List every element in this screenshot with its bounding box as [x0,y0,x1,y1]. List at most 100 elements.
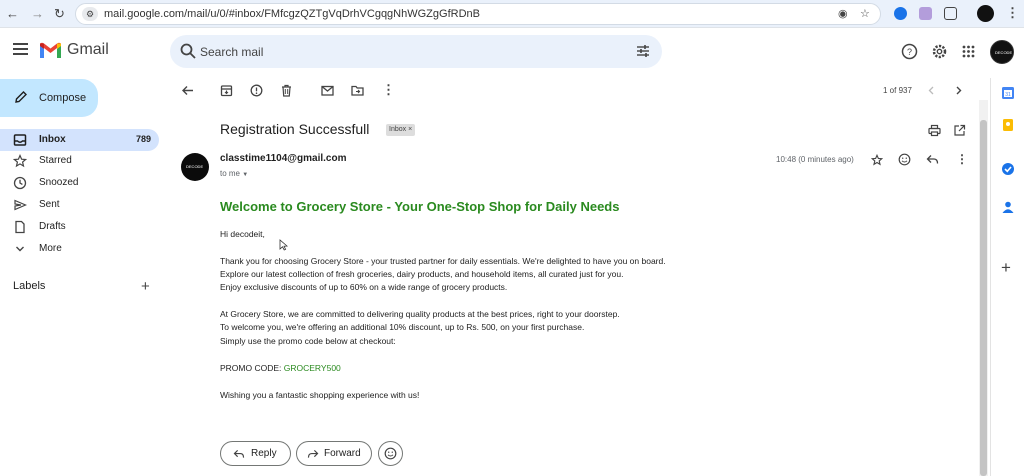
pagination-text: 1 of 937 [883,86,912,95]
apps-grid-icon[interactable] [962,45,975,58]
email-closing: Wishing you a fantastic shopping experie… [220,390,420,400]
reply-arrow-icon [233,449,245,458]
mouse-cursor-icon [279,239,288,251]
pencil-icon [15,91,27,103]
sidebar-item-snoozed[interactable]: Snoozed [0,172,159,194]
forward-nav-icon[interactable]: → [31,6,44,21]
more-actions-icon[interactable]: ⋮ [382,82,395,98]
details-dropdown-icon[interactable]: ▼ [242,172,248,178]
clock-icon [13,176,27,190]
main-menu-icon[interactable] [13,43,28,58]
back-icon[interactable]: ← [6,6,19,21]
email-paragraph-1-line-3: Enjoy exclusive discounts of up to 60% o… [220,282,508,292]
extension-m-icon[interactable] [919,7,932,20]
tasks-icon[interactable] [1001,162,1015,176]
extensions-puzzle-icon[interactable] [944,7,957,20]
emoji-react-button[interactable] [378,441,403,466]
mark-unread-icon[interactable] [321,84,334,97]
sidebar-item-label: Sent [39,199,60,210]
print-icon[interactable] [928,124,941,137]
bookmark-star-icon[interactable]: ☆ [860,7,870,20]
forward-arrow-icon [307,449,319,458]
message-more-icon[interactable]: ⋮ [956,152,968,166]
sidebar-item-starred[interactable]: Starred [0,150,159,172]
back-to-inbox-icon[interactable] [181,84,194,97]
address-bar[interactable]: ⚙ mail.google.com/mail/u/0/#inbox/FMfcgz… [75,3,881,25]
get-add-ons-icon[interactable]: + [1001,258,1011,278]
account-avatar[interactable]: DECODE [990,40,1014,64]
sidebar-item-drafts[interactable]: Drafts [0,216,159,238]
email-paragraph-2-line-1: At Grocery Store, we are committed to de… [220,309,620,319]
eye-icon[interactable]: ◉ [838,7,848,20]
email-paragraph-2-line-3: Simply use the promo code below at check… [220,336,396,346]
sidebar-item-inbox[interactable]: Inbox 789 [0,129,159,151]
emoji-reaction-icon[interactable] [898,153,911,166]
inbox-icon [13,134,27,146]
sender-email[interactable]: classtime1104@gmail.com [220,153,347,164]
reply-icon[interactable] [926,154,939,165]
archive-icon[interactable] [220,84,233,97]
older-chevron-right-icon[interactable] [953,85,964,96]
contacts-icon[interactable] [1001,200,1015,214]
reload-icon[interactable]: ↻ [54,6,65,22]
search-bar[interactable]: Search mail [170,35,662,68]
sidebar-item-label: Snoozed [39,177,79,188]
email-subject: Registration Successfull [220,121,370,137]
browser-menu-icon[interactable]: ⋮ [1006,5,1019,21]
site-info-icon[interactable]: ⚙ [82,7,98,21]
app-name[interactable]: Gmail [67,41,109,59]
report-spam-icon[interactable] [250,84,263,97]
forward-label: Forward [324,448,361,459]
settings-gear-icon[interactable] [931,43,948,60]
gmail-logo-icon [40,42,61,58]
sidebar-item-sent[interactable]: Sent [0,194,159,216]
browser-toolbar: ← → ↻ ⚙ mail.google.com/mail/u/0/#inbox/… [0,0,1024,28]
compose-label: Compose [39,92,87,104]
draft-icon [15,220,25,234]
inbox-label-chip[interactable]: Inbox × [386,124,416,136]
forward-button[interactable]: Forward [296,441,372,466]
newer-chevron-left-icon[interactable] [926,85,937,96]
sidebar-item-label: Inbox [39,134,66,145]
url-text[interactable]: mail.google.com/mail/u/0/#inbox/FMfcgzQZ… [104,8,480,20]
sender-avatar-text: DECODE [186,164,204,169]
move-to-folder-icon[interactable] [351,84,364,97]
recipient-text: to me [220,169,241,178]
chevron-down-icon [16,246,24,252]
labels-heading: Labels [13,280,46,292]
delete-trash-icon[interactable] [280,84,293,97]
unread-count: 789 [135,134,151,144]
keep-icon[interactable] [1001,118,1015,132]
promo-code: GROCERY500 [283,363,341,373]
search-options-icon[interactable] [636,44,650,58]
open-in-new-window-icon[interactable] [953,124,966,137]
sidebar-item-more[interactable]: More [0,238,159,260]
extension-icon[interactable] [894,7,907,20]
svg-text:31: 31 [1005,92,1011,98]
email-greeting: Hi decodeit, [220,229,265,239]
svg-text:?: ? [907,47,912,57]
search-icon[interactable] [179,42,197,60]
send-icon [14,199,27,211]
help-icon[interactable]: ? [901,43,918,60]
sender-avatar[interactable]: DECODE [181,153,209,181]
calendar-icon[interactable]: 31 [1001,86,1015,100]
compose-button[interactable]: Compose [0,79,98,117]
browser-profile-avatar[interactable] [977,5,994,22]
sidebar-item-label: Drafts [39,221,66,232]
star-message-icon[interactable] [871,154,883,166]
sidebar-item-label: More [39,243,62,254]
email-paragraph-1-line-2: Explore our latest collection of fresh g… [220,269,624,279]
smiley-icon [384,447,397,460]
reply-label: Reply [251,448,277,459]
sidebar-item-label: Starred [39,155,72,166]
message-time: 10:48 (0 minutes ago) [776,155,854,164]
promo-code-line: PROMO CODE: GROCERY500 [220,363,341,373]
reply-button[interactable]: Reply [220,441,291,466]
search-input[interactable]: Search mail [200,45,263,59]
create-label-icon[interactable]: + [141,278,150,295]
email-paragraph-1-line-1: Thank you for choosing Grocery Store - y… [220,256,666,266]
recipient-details[interactable]: to me ▼ [220,169,248,178]
message-scrollbar-thumb[interactable] [980,120,987,476]
email-heading: Welcome to Grocery Store - Your One-Stop… [220,199,620,214]
